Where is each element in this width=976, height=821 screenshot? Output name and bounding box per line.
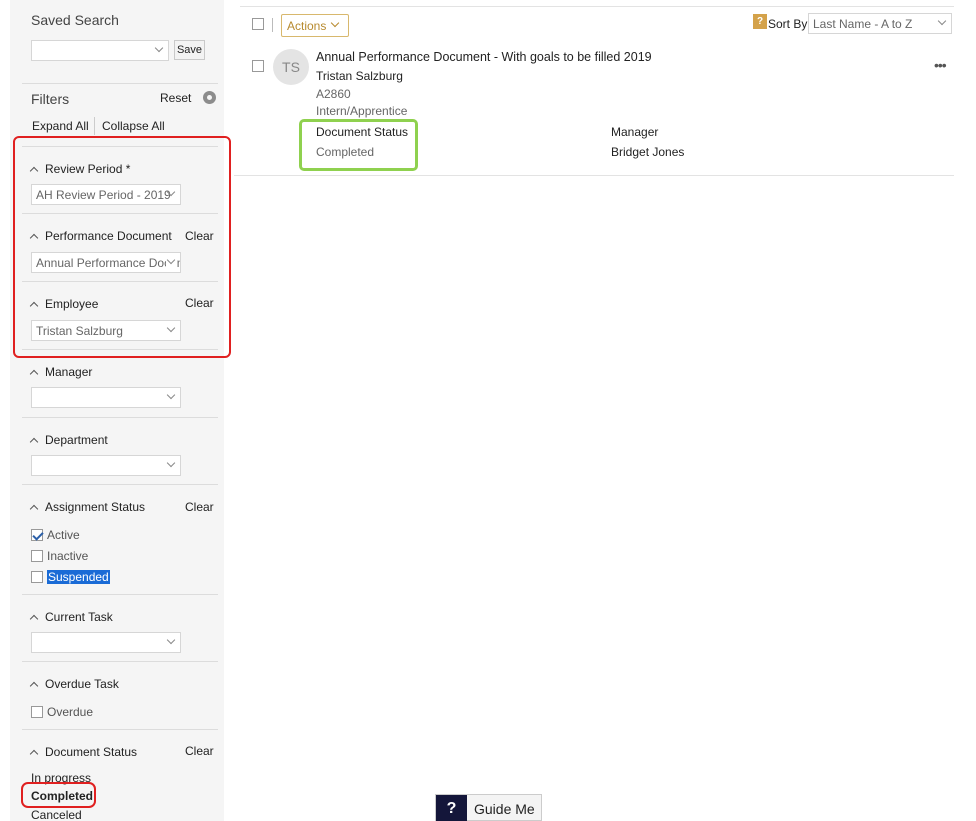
chevron-up-icon <box>29 681 39 691</box>
checkbox-label: Overdue <box>47 705 94 719</box>
saved-search-title: Saved Search <box>31 12 119 28</box>
employee-id: A2860 <box>316 87 351 101</box>
expand-all-link[interactable]: Expand All <box>32 119 89 133</box>
reset-link[interactable]: Reset <box>160 91 191 105</box>
checkbox-icon[interactable] <box>31 571 43 583</box>
manager-label: Manager <box>611 125 659 139</box>
document-status-header[interactable]: Document Status <box>29 745 138 759</box>
actions-label: Actions <box>287 19 327 33</box>
manager-label: Manager <box>45 365 93 379</box>
divider <box>22 661 218 662</box>
document-status-value: Completed <box>316 145 375 159</box>
filters-title: Filters <box>31 91 70 107</box>
chevron-down-icon <box>166 635 176 647</box>
divider <box>94 117 95 135</box>
row-checkbox[interactable] <box>252 60 264 72</box>
document-status-label: Document Status <box>45 745 138 759</box>
assignment-status-clear-link[interactable]: Clear <box>185 500 214 514</box>
employee-name: Tristan Salzburg <box>316 69 403 83</box>
checkbox-icon[interactable] <box>31 706 43 718</box>
annotation-highlight-box <box>13 136 231 358</box>
checkbox-inactive[interactable]: Inactive <box>31 549 88 563</box>
employee-role: Intern/Apprentice <box>316 104 408 118</box>
overdue-task-label: Overdue Task <box>45 677 119 691</box>
gear-icon[interactable] <box>203 91 216 104</box>
avatar: TS <box>273 49 309 85</box>
divider <box>22 417 218 418</box>
annotation-highlight-box <box>21 782 96 808</box>
question-icon: ? <box>436 795 467 821</box>
divider <box>22 83 218 84</box>
select-all-checkbox[interactable] <box>252 18 264 30</box>
divider <box>22 484 218 485</box>
checkbox-icon[interactable] <box>31 550 43 562</box>
guide-me-button[interactable]: ? Guide Me <box>435 794 542 821</box>
manager-header[interactable]: Manager <box>29 365 93 379</box>
overdue-task-header[interactable]: Overdue Task <box>29 677 119 691</box>
chevron-up-icon <box>29 369 39 379</box>
chevron-down-icon <box>330 18 340 28</box>
checkbox-label: Active <box>47 528 80 542</box>
chevron-up-icon <box>29 614 39 624</box>
chevron-up-icon <box>29 437 39 447</box>
checkbox-overdue[interactable]: Overdue <box>31 705 93 719</box>
save-search-button[interactable]: Save <box>174 40 205 60</box>
current-task-label: Current Task <box>45 610 113 624</box>
checkbox-label: Inactive <box>47 549 89 563</box>
checkbox-checked-icon[interactable] <box>31 529 43 541</box>
divider <box>22 594 218 595</box>
chevron-down-icon <box>937 16 947 28</box>
filter-sidebar: Saved Search Save Filters Reset Expand A… <box>10 0 224 821</box>
chevron-down-icon <box>154 43 164 55</box>
more-options-icon[interactable]: ••• <box>934 57 947 73</box>
current-task-select[interactable] <box>31 632 181 653</box>
department-label: Department <box>45 433 108 447</box>
help-icon[interactable]: ? <box>753 14 767 29</box>
chevron-down-icon <box>166 390 176 402</box>
department-select[interactable] <box>31 455 181 476</box>
saved-search-select[interactable] <box>31 40 169 61</box>
sort-by-label: Sort By <box>768 17 808 31</box>
assignment-status-header[interactable]: Assignment Status <box>29 500 146 514</box>
document-title-link[interactable]: Annual Performance Document - With goals… <box>316 50 652 64</box>
divider <box>22 729 218 730</box>
chevron-up-icon <box>29 749 39 759</box>
manager-select[interactable] <box>31 387 181 408</box>
document-status-clear-link[interactable]: Clear <box>185 744 214 758</box>
assignment-status-label: Assignment Status <box>45 500 146 514</box>
guide-me-label: Guide Me <box>474 801 535 817</box>
checkbox-active[interactable]: Active <box>31 528 80 542</box>
checkbox-label: Suspended <box>47 570 110 584</box>
document-status-label: Document Status <box>316 125 409 139</box>
chevron-down-icon <box>166 458 176 470</box>
divider <box>272 18 273 32</box>
sort-by-value: Last Name - A to Z <box>813 17 913 31</box>
divider <box>234 175 954 176</box>
collapse-all-link[interactable]: Collapse All <box>102 119 165 133</box>
divider <box>240 6 954 7</box>
sort-by-select[interactable]: Last Name - A to Z <box>808 13 952 34</box>
status-option-canceled[interactable]: Canceled <box>31 808 82 821</box>
current-task-header[interactable]: Current Task <box>29 610 113 624</box>
actions-button[interactable]: Actions <box>281 14 349 37</box>
checkbox-suspended[interactable]: Suspended <box>31 570 110 584</box>
manager-value: Bridget Jones <box>611 145 685 159</box>
department-header[interactable]: Department <box>29 433 108 447</box>
chevron-up-icon <box>29 504 39 514</box>
